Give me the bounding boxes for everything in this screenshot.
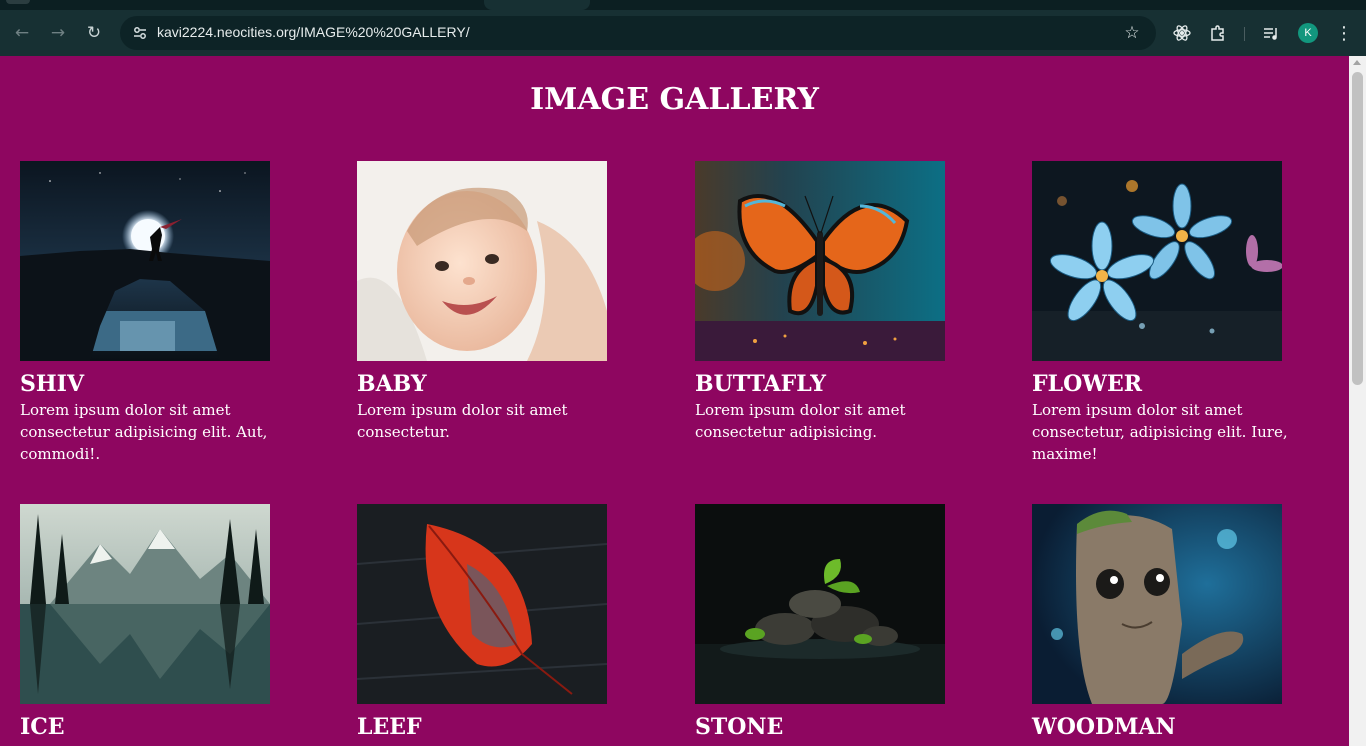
reload-icon[interactable]: ↻ <box>81 20 107 46</box>
shiv-image <box>20 161 270 361</box>
page-title: IMAGE GALLERY <box>530 82 819 117</box>
butterfly-image <box>695 161 945 361</box>
kebab-menu-icon[interactable]: ⋮ <box>1333 21 1355 45</box>
gallery-card-buttafly: BUTTAFLY Lorem ipsum dolor sit amet cons… <box>695 161 995 443</box>
card-title: BABY <box>357 371 427 397</box>
card-description: Lorem ipsum dolor sit amet consectetur a… <box>20 401 268 463</box>
page-scrollbar[interactable] <box>1349 56 1366 746</box>
tab-active[interactable] <box>484 0 590 10</box>
flower-image <box>1032 161 1282 361</box>
baby-image <box>357 161 607 361</box>
scrollbar-thumb[interactable] <box>1352 72 1363 385</box>
gallery-card-leef: LEEF <box>357 504 657 742</box>
ice-image <box>20 504 270 704</box>
gallery-card-flower: FLOWER Lorem ipsum dolor sit amet consec… <box>1032 161 1332 465</box>
card-title: ICE <box>20 714 65 740</box>
page-content: IMAGE GALLERY SHIV Lorem ipsum dolor sit… <box>0 56 1349 746</box>
toolbar-divider <box>1244 27 1245 41</box>
card-title: WOODMAN <box>1032 714 1176 740</box>
stone-image <box>695 504 945 704</box>
bookmark-star-icon[interactable]: ☆ <box>1120 21 1144 45</box>
atom-icon[interactable] <box>1170 21 1194 45</box>
playlist-icon[interactable] <box>1259 21 1283 45</box>
profile-avatar[interactable]: K <box>1298 23 1318 43</box>
browser-toolbar: ← → ↻ kavi2224.neocities.org/IMAGE%20%20… <box>0 10 1366 56</box>
card-description: Lorem ipsum dolor sit amet consectetur, … <box>1032 401 1288 463</box>
tab-previous[interactable] <box>6 0 30 4</box>
card-title: FLOWER <box>1032 371 1143 397</box>
gallery-card-ice: ICE <box>20 504 320 742</box>
gallery-card-baby: BABY Lorem ipsum dolor sit amet consecte… <box>357 161 657 443</box>
card-title: STONE <box>695 714 784 740</box>
card-title: BUTTAFLY <box>695 371 826 397</box>
forward-icon[interactable]: → <box>45 20 71 46</box>
scroll-up-arrow-icon[interactable] <box>1353 60 1361 65</box>
gallery-card-woodman: WOODMAN <box>1032 504 1332 742</box>
url-text[interactable]: kavi2224.neocities.org/IMAGE%20%20GALLER… <box>157 24 470 40</box>
gallery-card-stone: STONE <box>695 504 995 742</box>
tab-strip <box>0 0 1366 10</box>
card-description: Lorem ipsum dolor sit amet consectetur a… <box>695 401 906 441</box>
woodman-image <box>1032 504 1282 704</box>
leaf-image <box>357 504 607 704</box>
site-info-icon[interactable] <box>128 21 152 45</box>
card-title: SHIV <box>20 371 85 397</box>
back-icon[interactable]: ← <box>9 20 35 46</box>
gallery-card-shiv: SHIV Lorem ipsum dolor sit amet consecte… <box>20 161 320 465</box>
card-title: LEEF <box>357 714 422 740</box>
address-bar[interactable]: kavi2224.neocities.org/IMAGE%20%20GALLER… <box>120 16 1156 50</box>
card-description: Lorem ipsum dolor sit amet consectetur. <box>357 401 568 441</box>
puzzle-icon[interactable] <box>1206 21 1230 45</box>
